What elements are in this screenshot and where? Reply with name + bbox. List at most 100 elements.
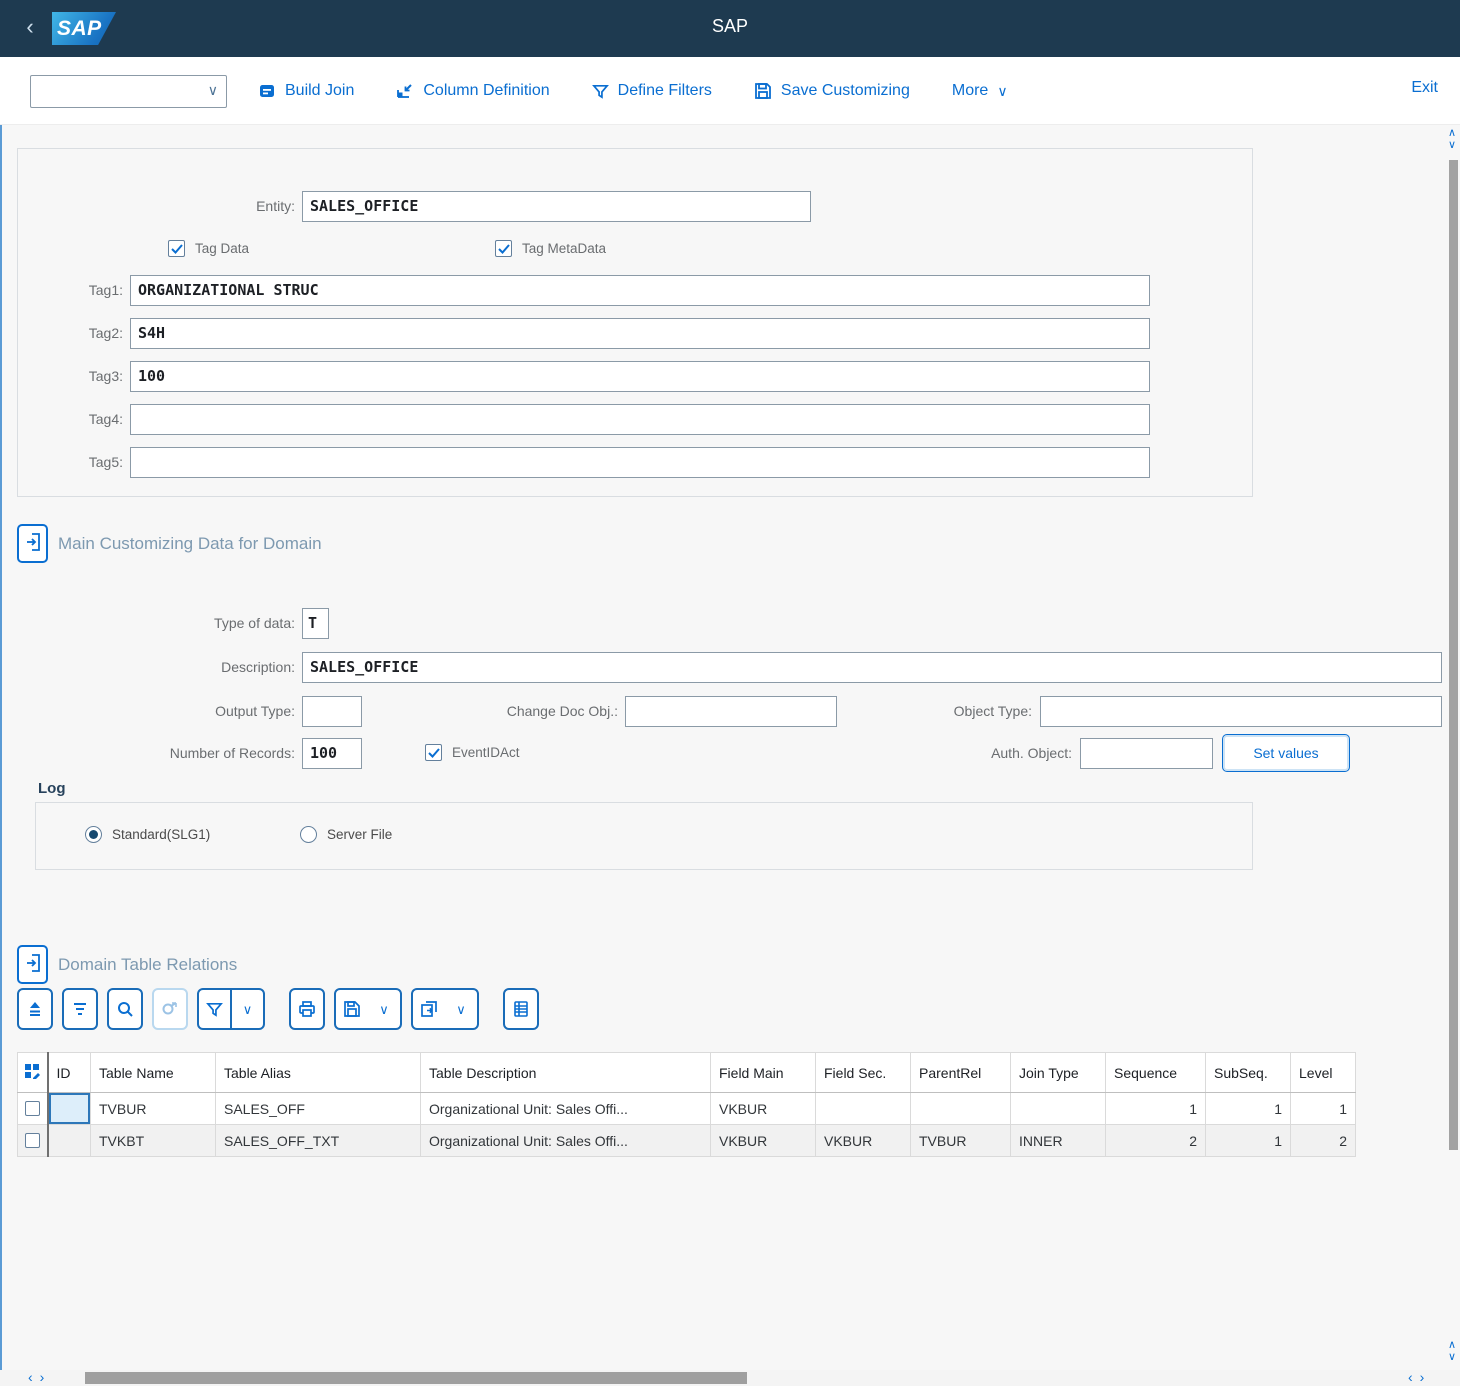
cell-subseq[interactable]: 1 [1205,1124,1291,1157]
cell-field-sec[interactable]: VKBUR [815,1124,911,1157]
filter-menu-chevron[interactable]: ∨ [232,990,263,1028]
log-standard-radio[interactable]: Standard(SLG1) [85,826,210,843]
more-button[interactable]: More ∨ [952,82,1008,100]
column-header-parentrel[interactable]: ParentRel [910,1052,1011,1093]
row-checkbox[interactable] [24,1101,40,1116]
checkmark-icon [427,747,440,758]
type-of-data-field[interactable]: T [302,608,329,639]
column-header-field-main[interactable]: Field Main [710,1052,816,1093]
cell-table-name[interactable]: TVKBT [90,1124,216,1157]
set-filter-button[interactable] [199,990,230,1028]
exit-button[interactable]: Exit [1411,79,1438,97]
export-split-button[interactable]: ∨ [334,988,402,1030]
tag-metadata-checkbox[interactable]: Tag MetaData [495,240,606,257]
cell-sequence[interactable]: 2 [1105,1124,1206,1157]
cell-join-type[interactable] [1010,1092,1106,1125]
collapse-relations-section-button[interactable] [17,945,48,984]
cell-field-main[interactable]: VKBUR [710,1092,816,1125]
cell-level[interactable]: 2 [1290,1124,1356,1157]
collapse-customizing-section-button[interactable] [17,524,48,563]
column-header-sequence[interactable]: Sequence [1105,1052,1206,1093]
tag1-field[interactable]: ORGANIZATIONAL STRUC [130,275,1150,306]
scroll-right-icon[interactable]: › [1420,1370,1425,1384]
change-doc-obj-field[interactable] [625,696,837,727]
scroll-up-icon[interactable]: ∧ [1448,1340,1456,1351]
cell-table-alias[interactable]: SALES_OFF_TXT [215,1124,421,1157]
row-select-cell[interactable] [17,1124,49,1157]
select-all-icon [25,1064,41,1080]
column-header-subseq[interactable]: SubSeq. [1205,1052,1291,1093]
print-button[interactable] [289,988,325,1030]
select-all-header-cell[interactable] [17,1052,49,1093]
entity-field[interactable]: SALES_OFFICE [302,191,811,222]
entity-label: Entity: [256,198,295,214]
horizontal-scrollbar-thumb[interactable] [85,1372,747,1384]
cell-subseq[interactable]: 1 [1205,1092,1291,1125]
scroll-up-icon[interactable]: ∧ [1448,128,1456,139]
tag4-field[interactable] [130,404,1150,435]
tag4-label: Tag4: [88,411,123,427]
scroll-down-icon[interactable]: ∨ [1448,1352,1456,1363]
description-field[interactable]: SALES_OFFICE [302,652,1442,683]
export-menu-chevron[interactable]: ∨ [368,990,400,1028]
log-server-file-radio[interactable]: Server File [300,826,392,843]
column-definition-button[interactable]: Column Definition [396,82,550,100]
views-menu-chevron[interactable]: ∨ [445,990,477,1028]
cell-field-main[interactable]: VKBUR [710,1124,816,1157]
scroll-left-icon[interactable]: ‹ [1408,1370,1413,1384]
cell-join-type[interactable]: INNER [1010,1124,1106,1157]
column-header-field-sec[interactable]: Field Sec. [815,1052,911,1093]
find-button[interactable] [107,988,143,1030]
cell-id[interactable] [47,1092,91,1125]
column-header-id[interactable]: ID [47,1052,91,1093]
cell-table-description[interactable]: Organizational Unit: Sales Offi... [420,1092,711,1125]
build-join-button[interactable]: Build Join [258,82,354,100]
cell-table-name[interactable]: TVBUR [90,1092,216,1125]
row-checkbox[interactable] [24,1133,40,1148]
number-of-records-field[interactable]: 100 [302,738,362,769]
horizontal-scrollbar-right-arrows: ‹ › [1408,1370,1424,1385]
scroll-down-icon[interactable]: ∨ [1448,140,1456,151]
set-filter-split-button[interactable]: ∨ [197,988,265,1030]
output-type-field[interactable] [302,696,362,727]
export-button[interactable] [336,990,368,1028]
event-id-act-checkbox[interactable]: EventIDAct [425,744,520,761]
log-standard-label: Standard(SLG1) [112,827,211,842]
auth-object-field[interactable] [1080,738,1213,769]
cell-parentrel[interactable] [910,1092,1011,1125]
tag-data-checkbox[interactable]: Tag Data [168,240,249,257]
cell-level[interactable]: 1 [1290,1092,1356,1125]
scroll-right-icon[interactable]: › [40,1370,45,1384]
set-values-button[interactable]: Set values [1222,734,1350,772]
tag3-field[interactable]: 100 [130,361,1150,392]
relations-section-title: Domain Table Relations [58,955,238,974]
save-customizing-button[interactable]: Save Customizing [754,82,910,100]
scroll-left-icon[interactable]: ‹ [28,1370,33,1384]
back-button[interactable]: ‹ [16,14,44,42]
object-type-field[interactable] [1040,696,1442,727]
tag2-field[interactable]: S4H [130,318,1150,349]
column-header-table-alias[interactable]: Table Alias [215,1052,421,1093]
column-header-join-type[interactable]: Join Type [1010,1052,1106,1093]
views-button[interactable] [413,990,445,1028]
tag5-field[interactable] [130,447,1150,478]
sort-descending-button[interactable] [62,988,98,1030]
cell-parentrel[interactable]: TVBUR [910,1124,1011,1157]
vertical-scrollbar-thumb[interactable] [1449,160,1458,1150]
column-header-table-name[interactable]: Table Name [90,1052,216,1093]
define-filters-button[interactable]: Define Filters [591,82,712,100]
find-next-button[interactable] [152,988,188,1030]
cell-sequence[interactable]: 1 [1105,1092,1206,1125]
sort-ascending-button[interactable] [17,988,53,1030]
column-header-level[interactable]: Level [1290,1052,1356,1093]
cell-table-alias[interactable]: SALES_OFF [215,1092,421,1125]
table-settings-button[interactable] [503,988,539,1030]
views-split-button[interactable]: ∨ [411,988,479,1030]
layout-combobox[interactable]: ∨ [30,75,227,108]
cell-field-sec[interactable] [815,1092,911,1125]
cell-table-description[interactable]: Organizational Unit: Sales Offi... [420,1124,711,1157]
cell-id[interactable] [47,1124,91,1157]
row-select-cell[interactable] [17,1092,49,1125]
relations-table: ID Table Name Table Alias Table Descript… [17,1052,1356,1157]
column-header-table-description[interactable]: Table Description [420,1052,711,1093]
